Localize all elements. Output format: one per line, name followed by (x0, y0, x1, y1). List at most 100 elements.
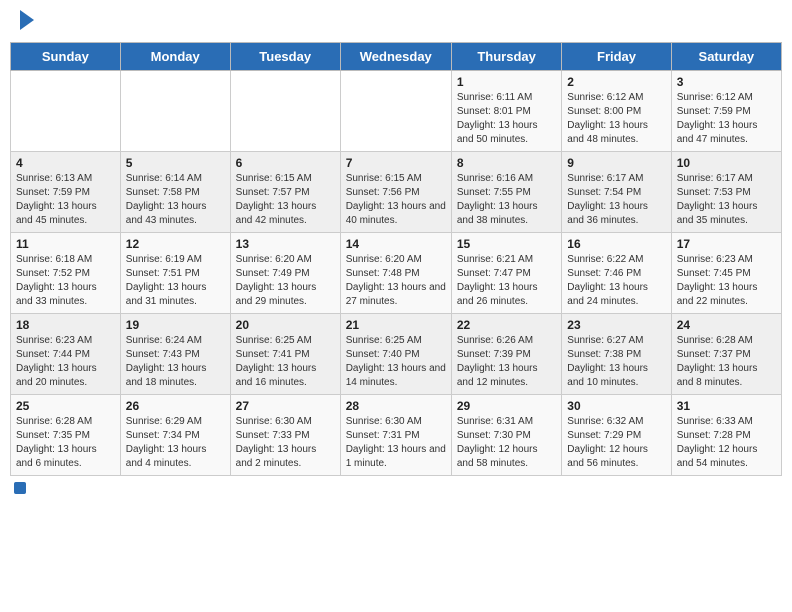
calendar-cell: 22Sunrise: 6:26 AM Sunset: 7:39 PM Dayli… (451, 314, 561, 395)
day-info: Sunrise: 6:31 AM Sunset: 7:30 PM Dayligh… (457, 415, 556, 471)
calendar-cell (11, 71, 121, 152)
day-info: Sunrise: 6:13 AM Sunset: 7:59 PM Dayligh… (16, 172, 115, 228)
calendar-cell: 5 Sunrise: 6:14 AM Sunset: 7:58 PM Daylig… (120, 152, 230, 233)
calendar-table: SundayMondayTuesdayWednesdayThursdayFrid… (10, 42, 782, 476)
day-info: Sunrise: 6:23 AM Sunset: 7:45 PM Dayligh… (677, 253, 776, 309)
day-info: Sunrise: 6:28 AM Sunset: 7:35 PM Dayligh… (16, 415, 115, 471)
calendar-day-header: Saturday (671, 43, 781, 71)
calendar-day-header: Wednesday (340, 43, 451, 71)
day-number: 13 (236, 237, 335, 251)
calendar-cell: 8 Sunrise: 6:16 AM Sunset: 7:55 PM Daylig… (451, 152, 561, 233)
day-info: Sunrise: 6:11 AM Sunset: 8:01 PM Dayligh… (457, 91, 556, 147)
calendar-week-row: 1 Sunrise: 6:11 AM Sunset: 8:01 PM Daylig… (11, 71, 782, 152)
calendar-week-row: 11 Sunrise: 6:18 AM Sunset: 7:52 PM Dayli… (11, 233, 782, 314)
calendar-header-row: SundayMondayTuesdayWednesdayThursdayFrid… (11, 43, 782, 71)
day-info: Sunrise: 6:33 AM Sunset: 7:28 PM Dayligh… (677, 415, 776, 471)
day-number: 20 (236, 318, 335, 332)
calendar-cell (120, 71, 230, 152)
calendar-cell: 28 Sunrise: 6:30 AM Sunset: 7:31 PM Dayli… (340, 395, 451, 476)
day-number: 30 (567, 399, 665, 413)
calendar-cell (230, 71, 340, 152)
day-info: Sunrise: 6:25 AM Sunset: 7:41 PM Dayligh… (236, 334, 335, 390)
calendar-cell: 6Sunrise: 6:15 AM Sunset: 7:57 PM Daylig… (230, 152, 340, 233)
day-info: Sunrise: 6:18 AM Sunset: 7:52 PM Dayligh… (16, 253, 115, 309)
calendar-cell: 11 Sunrise: 6:18 AM Sunset: 7:52 PM Dayli… (11, 233, 121, 314)
day-number: 14 (346, 237, 446, 251)
day-number: 21 (346, 318, 446, 332)
day-info: Sunrise: 6:25 AM Sunset: 7:40 PM Dayligh… (346, 334, 446, 390)
day-number: 15 (457, 237, 556, 251)
calendar-cell: 17 Sunrise: 6:23 AM Sunset: 7:45 PM Dayli… (671, 233, 781, 314)
calendar-cell: 4 Sunrise: 6:13 AM Sunset: 7:59 PM Daylig… (11, 152, 121, 233)
day-info: Sunrise: 6:29 AM Sunset: 7:34 PM Dayligh… (126, 415, 225, 471)
day-info: Sunrise: 6:30 AM Sunset: 7:31 PM Dayligh… (346, 415, 446, 471)
calendar-cell: 14 Sunrise: 6:20 AM Sunset: 7:48 PM Dayli… (340, 233, 451, 314)
day-number: 11 (16, 237, 115, 251)
day-number: 2 (567, 75, 665, 89)
day-info: Sunrise: 6:23 AM Sunset: 7:44 PM Dayligh… (16, 334, 115, 390)
day-info: Sunrise: 6:28 AM Sunset: 7:37 PM Dayligh… (677, 334, 776, 390)
calendar-cell: 19 Sunrise: 6:24 AM Sunset: 7:43 PM Dayli… (120, 314, 230, 395)
calendar-cell: 2 Sunrise: 6:12 AM Sunset: 8:00 PM Daylig… (562, 71, 671, 152)
logo (18, 14, 34, 30)
day-number: 7 (346, 156, 446, 170)
day-number: 19 (126, 318, 225, 332)
calendar-cell: 9Sunrise: 6:17 AM Sunset: 7:54 PM Daylig… (562, 152, 671, 233)
calendar-footer (10, 482, 782, 494)
day-number: 8 (457, 156, 556, 170)
calendar-cell: 16 Sunrise: 6:22 AM Sunset: 7:46 PM Dayli… (562, 233, 671, 314)
day-info: Sunrise: 6:17 AM Sunset: 7:54 PM Dayligh… (567, 172, 665, 228)
calendar-cell (340, 71, 451, 152)
day-info: Sunrise: 6:27 AM Sunset: 7:38 PM Dayligh… (567, 334, 665, 390)
day-info: Sunrise: 6:32 AM Sunset: 7:29 PM Dayligh… (567, 415, 665, 471)
day-number: 17 (677, 237, 776, 251)
calendar-cell: 25 Sunrise: 6:28 AM Sunset: 7:35 PM Dayli… (11, 395, 121, 476)
day-number: 12 (126, 237, 225, 251)
calendar-cell: 10Sunrise: 6:17 AM Sunset: 7:53 PM Dayli… (671, 152, 781, 233)
day-info: Sunrise: 6:21 AM Sunset: 7:47 PM Dayligh… (457, 253, 556, 309)
day-number: 28 (346, 399, 446, 413)
day-number: 1 (457, 75, 556, 89)
day-info: Sunrise: 6:24 AM Sunset: 7:43 PM Dayligh… (126, 334, 225, 390)
day-number: 31 (677, 399, 776, 413)
daylight-dot-icon (14, 482, 26, 494)
calendar-week-row: 18 Sunrise: 6:23 AM Sunset: 7:44 PM Dayli… (11, 314, 782, 395)
calendar-cell: 7Sunrise: 6:15 AM Sunset: 7:56 PM Daylig… (340, 152, 451, 233)
calendar-day-header: Tuesday (230, 43, 340, 71)
day-info: Sunrise: 6:12 AM Sunset: 8:00 PM Dayligh… (567, 91, 665, 147)
day-number: 29 (457, 399, 556, 413)
day-number: 27 (236, 399, 335, 413)
day-number: 5 (126, 156, 225, 170)
calendar-cell: 3Sunrise: 6:12 AM Sunset: 7:59 PM Daylig… (671, 71, 781, 152)
day-number: 23 (567, 318, 665, 332)
logo-arrow-icon (20, 10, 34, 30)
calendar-cell: 21 Sunrise: 6:25 AM Sunset: 7:40 PM Dayli… (340, 314, 451, 395)
calendar-cell: 12 Sunrise: 6:19 AM Sunset: 7:51 PM Dayli… (120, 233, 230, 314)
day-number: 24 (677, 318, 776, 332)
calendar-cell: 23 Sunrise: 6:27 AM Sunset: 7:38 PM Dayli… (562, 314, 671, 395)
calendar-week-row: 4 Sunrise: 6:13 AM Sunset: 7:59 PM Daylig… (11, 152, 782, 233)
page-header (10, 10, 782, 34)
day-info: Sunrise: 6:12 AM Sunset: 7:59 PM Dayligh… (677, 91, 776, 147)
calendar-day-header: Monday (120, 43, 230, 71)
calendar-day-header: Thursday (451, 43, 561, 71)
calendar-cell: 15 Sunrise: 6:21 AM Sunset: 7:47 PM Dayli… (451, 233, 561, 314)
day-info: Sunrise: 6:22 AM Sunset: 7:46 PM Dayligh… (567, 253, 665, 309)
day-info: Sunrise: 6:19 AM Sunset: 7:51 PM Dayligh… (126, 253, 225, 309)
day-number: 25 (16, 399, 115, 413)
day-number: 4 (16, 156, 115, 170)
day-number: 18 (16, 318, 115, 332)
calendar-day-header: Friday (562, 43, 671, 71)
day-info: Sunrise: 6:30 AM Sunset: 7:33 PM Dayligh… (236, 415, 335, 471)
day-info: Sunrise: 6:16 AM Sunset: 7:55 PM Dayligh… (457, 172, 556, 228)
calendar-cell: 24 Sunrise: 6:28 AM Sunset: 7:37 PM Dayli… (671, 314, 781, 395)
day-number: 26 (126, 399, 225, 413)
calendar-week-row: 25 Sunrise: 6:28 AM Sunset: 7:35 PM Dayli… (11, 395, 782, 476)
day-number: 16 (567, 237, 665, 251)
calendar-cell: 18 Sunrise: 6:23 AM Sunset: 7:44 PM Dayli… (11, 314, 121, 395)
day-info: Sunrise: 6:20 AM Sunset: 7:48 PM Dayligh… (346, 253, 446, 309)
day-info: Sunrise: 6:20 AM Sunset: 7:49 PM Dayligh… (236, 253, 335, 309)
day-number: 6 (236, 156, 335, 170)
day-info: Sunrise: 6:14 AM Sunset: 7:58 PM Dayligh… (126, 172, 225, 228)
day-info: Sunrise: 6:26 AM Sunset: 7:39 PM Dayligh… (457, 334, 556, 390)
